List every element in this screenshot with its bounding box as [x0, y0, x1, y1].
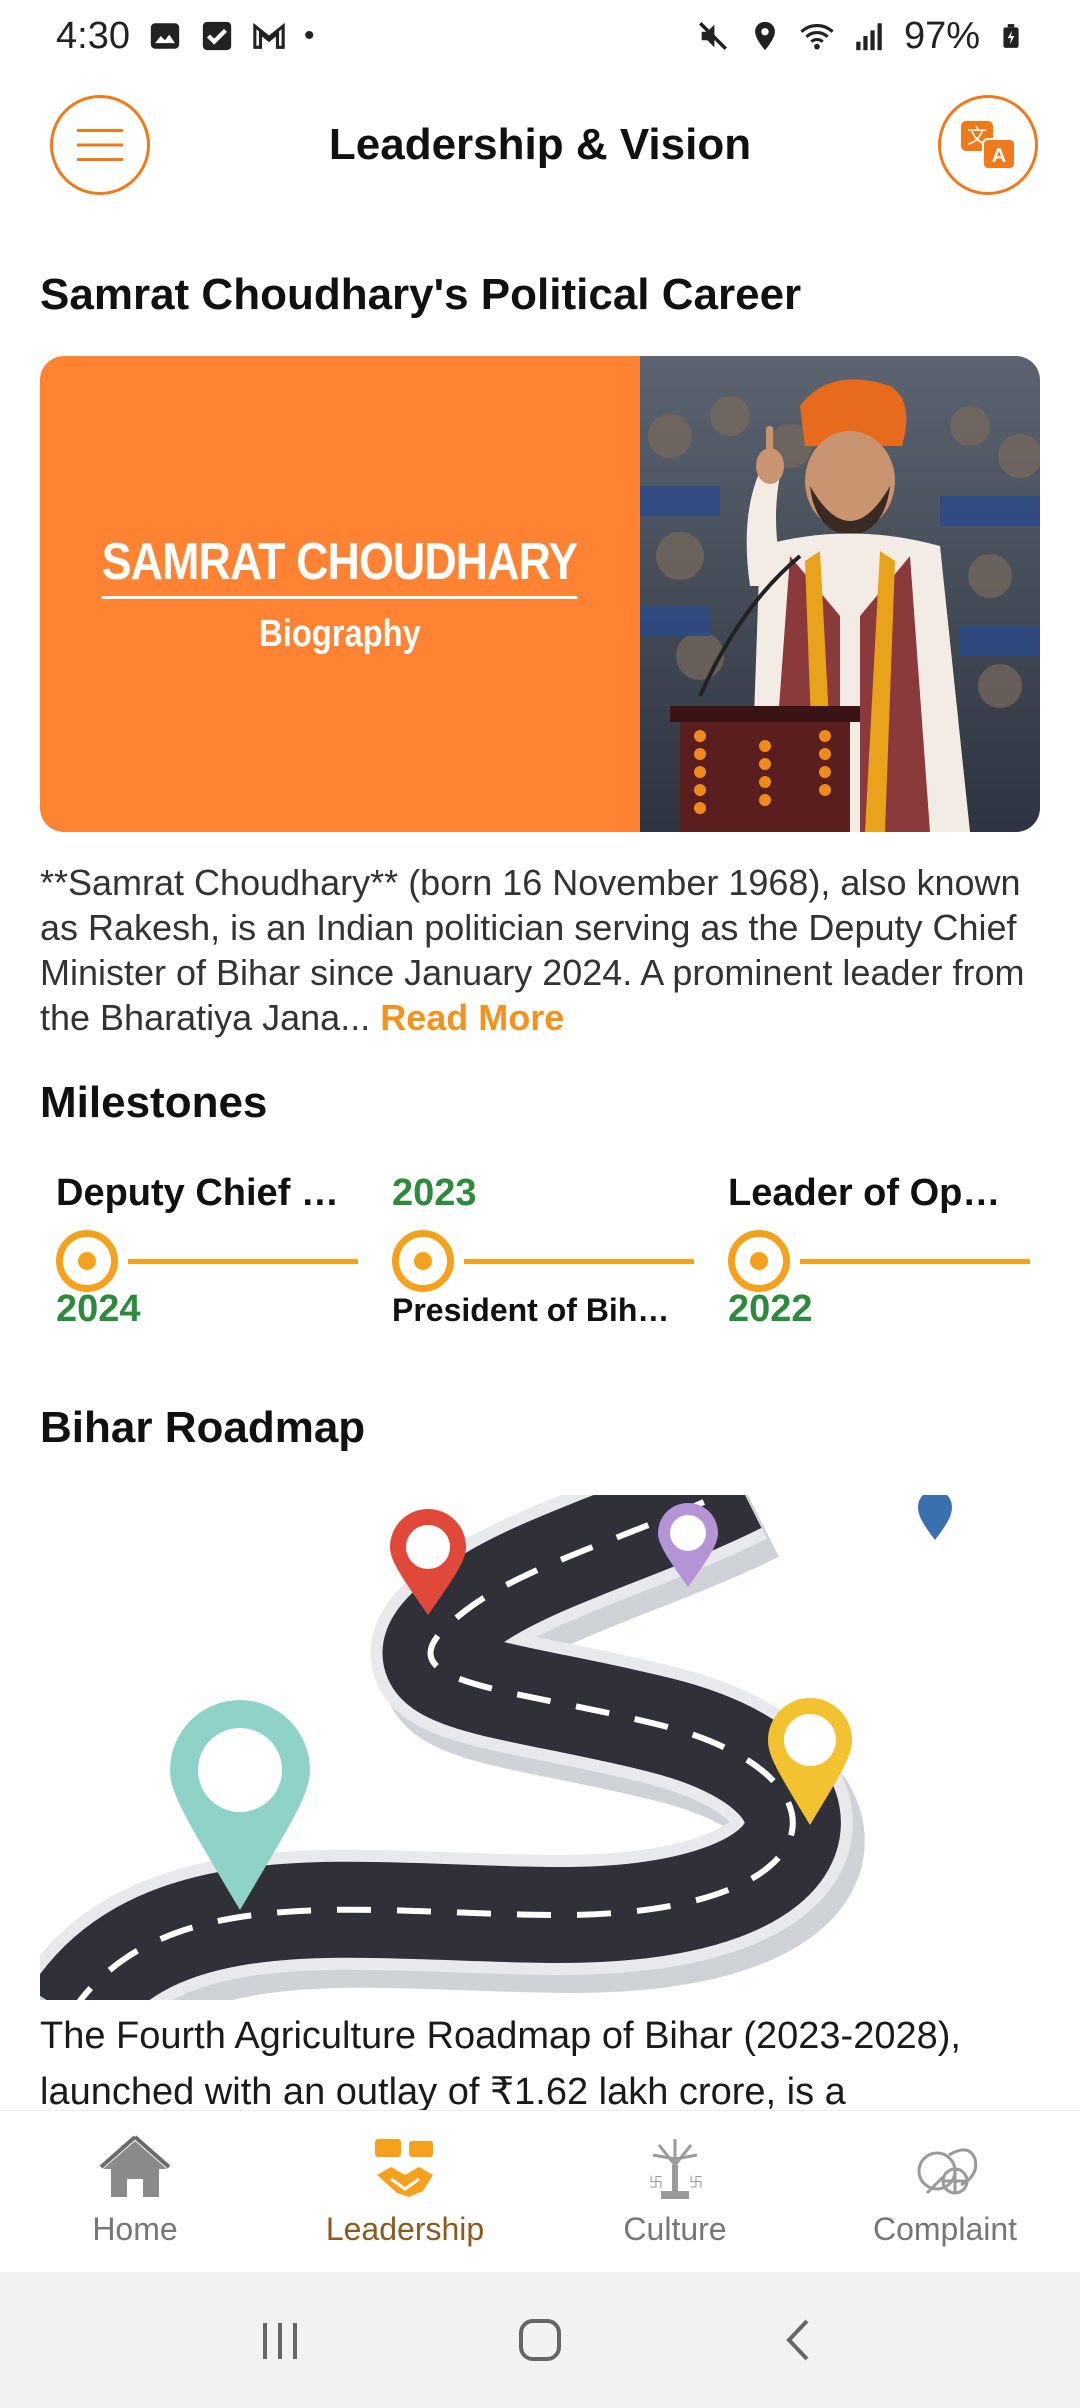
milestone-connector	[128, 1259, 358, 1264]
battery-percent: 97%	[903, 14, 980, 57]
leader-photo	[640, 356, 1040, 832]
translate-button[interactable]: 文 A	[938, 95, 1038, 195]
nav-complaint[interactable]: Complaint	[810, 2111, 1080, 2272]
leadership-icon	[375, 2139, 433, 2197]
milestone-item[interactable]: Deputy Chief Minister of Bihar 2024	[40, 1160, 360, 1350]
gallery-icon	[150, 23, 180, 49]
biography-text: **Samrat Choudhary** (born 16 November 1…	[40, 860, 1040, 1040]
nav-leadership-label: Leadership	[325, 2211, 485, 2247]
culture-icon: 卐 卐	[649, 2139, 703, 2199]
nav-culture-label: Culture	[623, 2211, 727, 2247]
milestone-title: Leader of Opposition	[728, 1172, 1018, 1214]
career-section-title: Samrat Choudhary's Political Career	[40, 270, 802, 319]
home-icon	[99, 2135, 171, 2197]
nav-home[interactable]: Home	[0, 2111, 270, 2272]
roadmap-title: Bihar Roadmap	[40, 1403, 366, 1452]
milestone-dot-icon	[392, 1230, 454, 1292]
system-navigation-bar	[0, 2272, 1080, 2408]
svg-text:A: A	[992, 145, 1006, 167]
milestone-year: 2023	[392, 1172, 477, 1214]
home-system-icon[interactable]	[515, 2315, 565, 2365]
svg-text:卐: 卐	[649, 2175, 663, 2191]
banner-text-panel: SAMRAT CHOUDHARY Biography	[40, 356, 640, 832]
status-time: 4:30	[56, 14, 130, 57]
milestone-connector	[800, 1259, 1030, 1264]
biography-banner[interactable]: SAMRAT CHOUDHARY Biography	[40, 356, 1040, 832]
milestone-title: President of Bihar BJP	[392, 1292, 682, 1328]
banner-subtitle: Biography	[259, 613, 421, 655]
milestones-timeline[interactable]: Deputy Chief Minister of Bihar 2024 2023…	[40, 1160, 1040, 1350]
banner-name: SAMRAT CHOUDHARY	[102, 532, 579, 599]
roadmap-description: The Fourth Agriculture Roadmap of Bihar …	[40, 2015, 961, 2110]
translate-icon: 文 A	[961, 121, 1016, 170]
leadership-screen: 4:30 • 97% Leadership & Vision 文 A Samra…	[0, 0, 1080, 2408]
wifi-icon	[800, 24, 834, 50]
bottom-navigation: Home Leadership 卐 卐 Culture Complaint	[0, 2110, 1080, 2272]
milestone-title: Deputy Chief Minister of Bihar	[56, 1172, 346, 1214]
roadmap-illustration	[40, 1495, 1040, 2000]
status-bar: 4:30 • 97%	[0, 0, 1080, 72]
milestone-item[interactable]: Leader of Opposition 2022	[712, 1160, 1032, 1350]
milestone-item[interactable]: 2023 President of Bihar BJP	[376, 1160, 696, 1350]
dot-icon: •	[303, 19, 315, 52]
read-more-link[interactable]: Read More	[380, 997, 564, 1038]
mute-icon	[698, 21, 727, 51]
milestone-dot-icon	[56, 1230, 118, 1292]
app-header: Leadership & Vision 文 A	[0, 90, 1080, 200]
complaint-icon	[917, 2148, 978, 2195]
page-title: Leadership & Vision	[328, 120, 752, 169]
milestones-title: Milestones	[40, 1078, 268, 1127]
signal-icon	[856, 23, 882, 51]
milestone-dot-icon	[728, 1230, 790, 1292]
nav-culture[interactable]: 卐 卐 Culture	[540, 2111, 810, 2272]
milestone-year: 2022	[728, 1288, 813, 1330]
nav-leadership[interactable]: Leadership	[270, 2111, 540, 2272]
svg-text:卐: 卐	[689, 2175, 703, 2191]
milestone-year: 2024	[56, 1288, 141, 1330]
check-icon	[202, 21, 232, 51]
location-icon	[755, 21, 775, 51]
gmail-icon	[253, 22, 285, 49]
back-icon[interactable]	[775, 2315, 825, 2365]
milestone-connector	[464, 1259, 694, 1264]
battery-icon	[1003, 24, 1019, 48]
nav-complaint-label: Complaint	[872, 2211, 1018, 2247]
nav-home-label: Home	[92, 2211, 178, 2247]
recent-apps-icon[interactable]	[255, 2315, 305, 2365]
content-scroll[interactable]: Samrat Choudhary's Political Career SAMR…	[0, 200, 1080, 2110]
